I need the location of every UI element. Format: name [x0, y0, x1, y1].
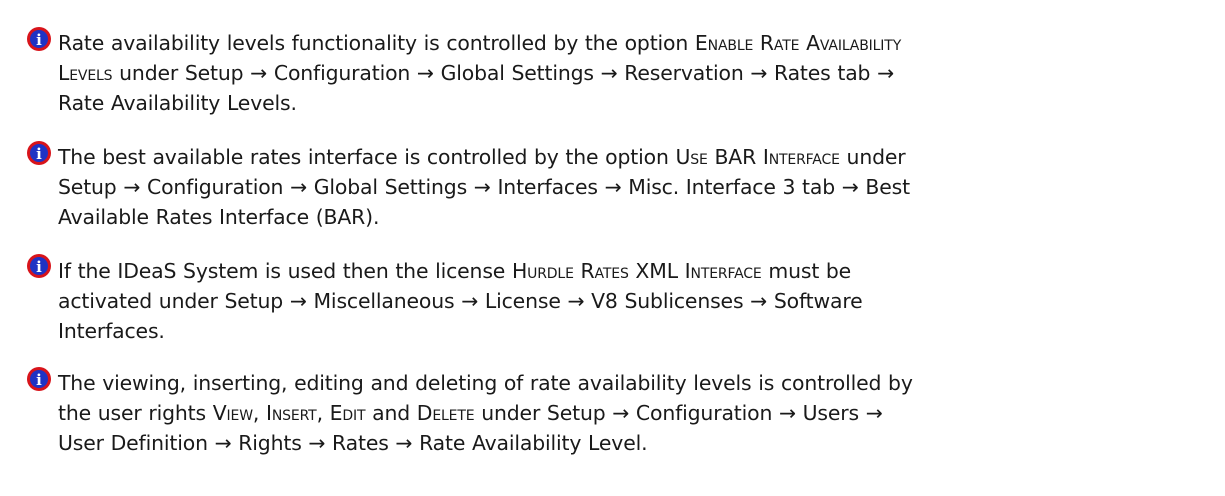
svg-text:i: i [36, 371, 42, 389]
note-line: Rate Availability Levels. [58, 91, 297, 115]
svg-text:i: i [36, 258, 42, 276]
note-line: The viewing, inserting, editing and dele… [58, 371, 913, 395]
info-icon: i [26, 140, 52, 166]
svg-text:i: i [36, 145, 42, 163]
svg-text:i: i [36, 31, 42, 49]
info-note-text: If the IDeaS System is used then the lic… [58, 256, 1220, 346]
note-line: The best available rates interface is co… [58, 145, 906, 169]
note-line: the user rights View, Insert, Edit and D… [58, 401, 883, 425]
note-line: User Definition → Rights → Rates → Rate … [58, 431, 648, 455]
note-line: Interfaces. [58, 319, 165, 343]
note-line: If the IDeaS System is used then the lic… [58, 259, 852, 283]
info-icon: i [26, 366, 52, 392]
note-line: Available Rates Interface (BAR). [58, 205, 380, 229]
note-line: Rate availability levels functionality i… [58, 31, 902, 55]
info-icon: i [26, 253, 52, 279]
note-line: activated under Setup → Miscellaneous → … [58, 289, 863, 313]
note-line: Levels under Setup → Configuration → Glo… [58, 61, 895, 85]
info-icon: i [26, 26, 52, 52]
info-note-text: The viewing, inserting, editing and dele… [58, 368, 1220, 458]
info-notes-list: i Rate availability levels functionality… [0, 0, 1225, 496]
note-line: Setup → Configuration → Global Settings … [58, 175, 910, 199]
info-note-text: Rate availability levels functionality i… [58, 28, 1220, 118]
info-note-text: The best available rates interface is co… [58, 142, 1220, 232]
